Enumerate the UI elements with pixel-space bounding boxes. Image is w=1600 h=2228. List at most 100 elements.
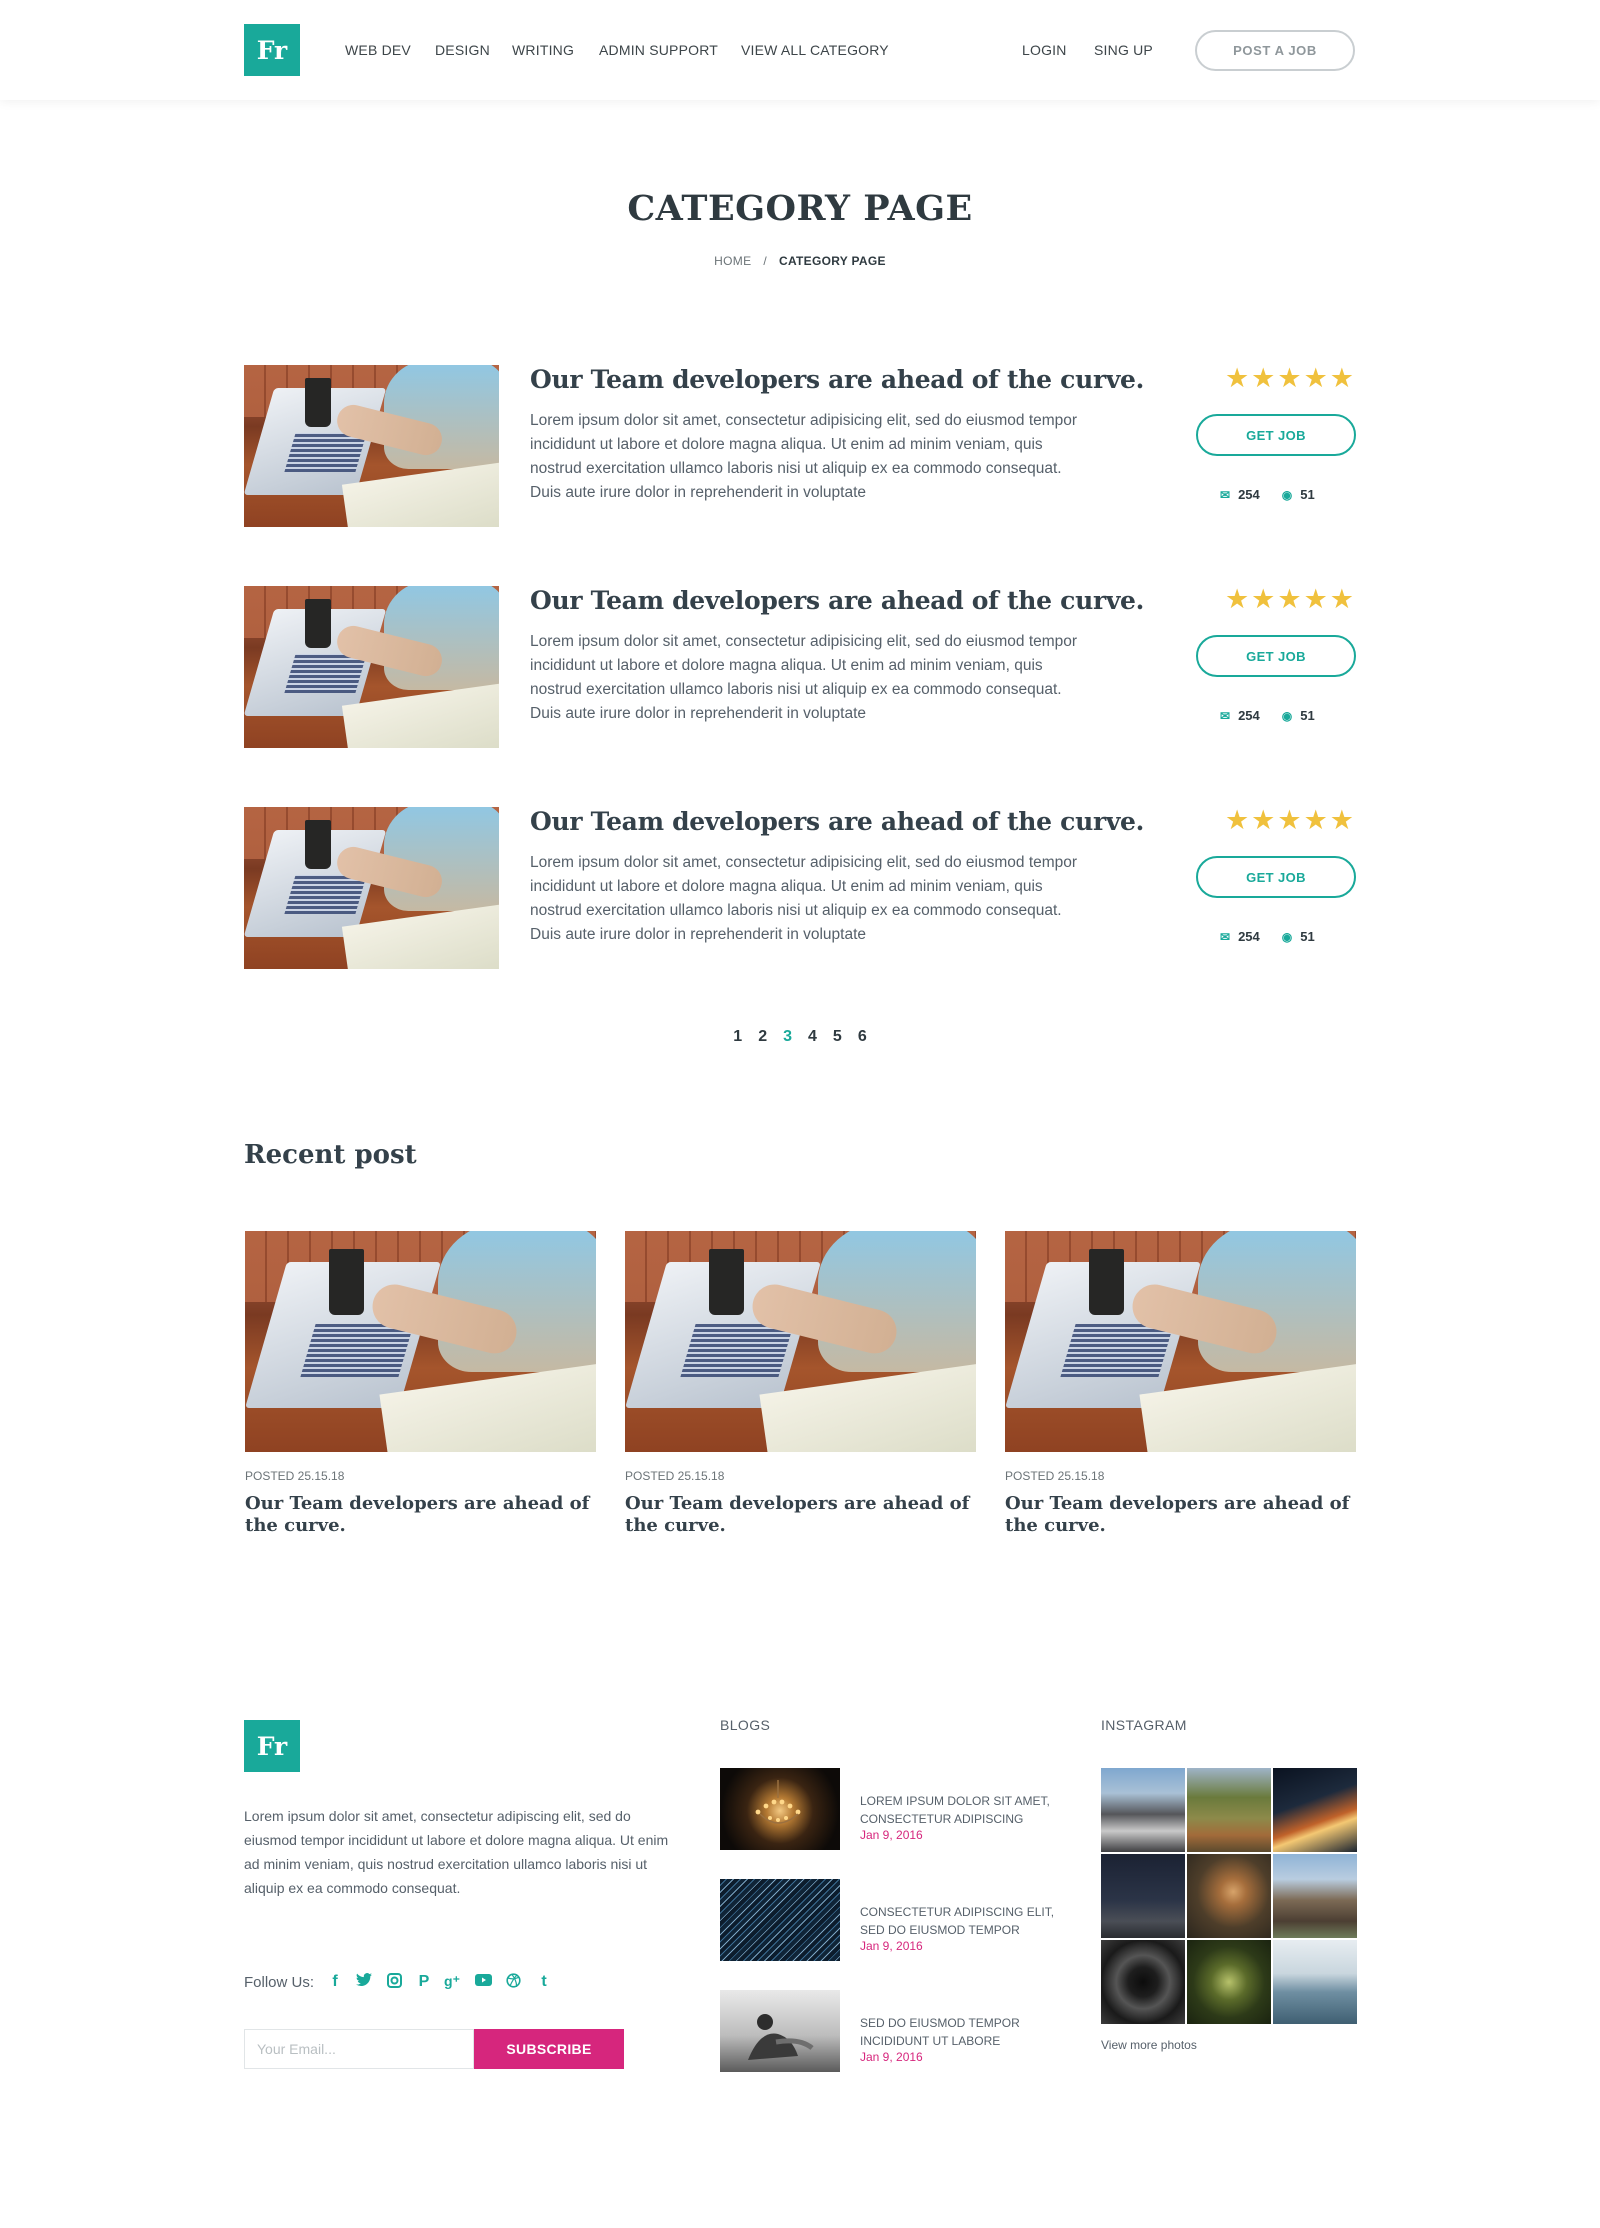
blog-title[interactable]: CONSECTETUR ADIPISCING ELIT, SED DO EIUS… (860, 1903, 1060, 1939)
job-listing: Our Team developers are ahead of the cur… (244, 584, 1356, 748)
post-job-button[interactable]: POST A JOB (1195, 30, 1355, 71)
footer-logo[interactable]: Fr (244, 1720, 300, 1772)
recent-post-heading: Recent post (244, 1140, 417, 1170)
twitter-icon[interactable] (355, 1973, 373, 1992)
instagram-heading: INSTAGRAM (1101, 1717, 1187, 1733)
blog-thumbnail[interactable] (720, 1990, 840, 2072)
view-more-photos-link[interactable]: View more photos (1101, 2038, 1197, 2052)
post-image[interactable] (1005, 1231, 1356, 1452)
instagram-photo[interactable] (1101, 1854, 1185, 1938)
youtube-icon[interactable] (474, 1973, 492, 1991)
blog-date: Jan 9, 2016 (860, 1939, 923, 1953)
email-input[interactable] (244, 2029, 474, 2069)
job-listing: Our Team developers are ahead of the cur… (244, 363, 1356, 527)
post-date: POSTED 25.15.18 (1005, 1469, 1105, 1483)
breadcrumb-separator: / (763, 254, 768, 268)
post-date: POSTED 25.15.18 (245, 1469, 345, 1483)
job-listing: Our Team developers are ahead of the cur… (244, 805, 1356, 969)
post-title[interactable]: Our Team developers are ahead of the cur… (625, 1493, 976, 1537)
rating-stars: ★★★★★ (1224, 584, 1356, 614)
google-plus-icon[interactable]: g⁺ (443, 1973, 461, 1990)
instagram-photo[interactable] (1187, 1854, 1271, 1938)
views-count: 51 (1300, 487, 1315, 502)
listing-stats: ✉ 254 ◉ 51 (1220, 929, 1315, 944)
blog-thumbnail[interactable] (720, 1879, 840, 1961)
blogs-heading: BLOGS (720, 1717, 771, 1733)
post-title[interactable]: Our Team developers are ahead of the cur… (1005, 1493, 1356, 1537)
post-date: POSTED 25.15.18 (625, 1469, 725, 1483)
listing-image[interactable] (244, 807, 499, 969)
rating-stars: ★★★★★ (1224, 805, 1356, 835)
envelope-icon: ✉ (1220, 488, 1231, 502)
blog-item[interactable]: SED DO EIUSMOD TEMPOR INCIDIDUNT UT LABO… (720, 1990, 1050, 2072)
breadcrumb-home[interactable]: HOME (714, 254, 751, 268)
post-image[interactable] (245, 1231, 596, 1452)
post-title[interactable]: Our Team developers are ahead of the cur… (245, 1493, 596, 1537)
get-job-button[interactable]: GET JOB (1196, 635, 1356, 677)
instagram-photo[interactable] (1187, 1940, 1271, 2024)
listing-description: Lorem ipsum dolor sit amet, consectetur … (530, 854, 1078, 943)
eye-icon: ◉ (1281, 709, 1293, 723)
nav-view-all-category[interactable]: VIEW ALL CATEGORY (741, 42, 889, 58)
rating-stars: ★★★★★ (1224, 363, 1356, 393)
page-link[interactable]: 6 (858, 1028, 867, 1046)
messages-count: 254 (1238, 929, 1260, 944)
instagram-photo[interactable] (1101, 1768, 1185, 1852)
breadcrumb: HOME / CATEGORY PAGE (0, 254, 1600, 268)
nav-writing[interactable]: WRITING (512, 42, 574, 58)
instagram-photo[interactable] (1273, 1940, 1357, 2024)
listing-image[interactable] (244, 586, 499, 748)
facebook-icon[interactable]: f (326, 1973, 344, 1991)
listing-title[interactable]: Our Team developers are ahead of the cur… (530, 807, 1144, 836)
blog-item[interactable]: LOREM IPSUM DOLOR SIT AMET, CONSECTETUR … (720, 1768, 1050, 1850)
nav-web-dev[interactable]: WEB DEV (345, 42, 411, 58)
blog-item[interactable]: CONSECTETUR ADIPISCING ELIT, SED DO EIUS… (720, 1879, 1054, 1961)
listing-description: Lorem ipsum dolor sit amet, consectetur … (530, 633, 1078, 722)
instagram-photo[interactable] (1101, 1940, 1185, 2024)
page-link[interactable]: 4 (808, 1028, 817, 1046)
listing-stats: ✉ 254 ◉ 51 (1220, 708, 1315, 723)
tumblr-icon[interactable]: t (535, 1973, 553, 1991)
blog-thumbnail[interactable] (720, 1768, 840, 1850)
get-job-button[interactable]: GET JOB (1196, 414, 1356, 456)
listing-description: Lorem ipsum dolor sit amet, consectetur … (530, 412, 1078, 501)
login-link[interactable]: LOGIN (1022, 42, 1067, 58)
instagram-photo[interactable] (1273, 1768, 1357, 1852)
listing-stats: ✉ 254 ◉ 51 (1220, 487, 1315, 502)
get-job-button[interactable]: GET JOB (1196, 856, 1356, 898)
messages-count: 254 (1238, 487, 1260, 502)
post-image[interactable] (625, 1231, 976, 1452)
views-count: 51 (1300, 929, 1315, 944)
envelope-icon: ✉ (1220, 930, 1231, 944)
footer-about-text: Lorem ipsum dolor sit amet, consectetur … (244, 1808, 669, 1896)
blog-date: Jan 9, 2016 (860, 2050, 923, 2064)
page-link[interactable]: 2 (758, 1028, 767, 1046)
blog-date: Jan 9, 2016 (860, 1828, 923, 1842)
listing-image[interactable] (244, 365, 499, 527)
envelope-icon: ✉ (1220, 709, 1231, 723)
listing-title[interactable]: Our Team developers are ahead of the cur… (530, 586, 1144, 615)
messages-count: 254 (1238, 708, 1260, 723)
listing-title[interactable]: Our Team developers are ahead of the cur… (530, 365, 1144, 394)
page-link[interactable]: 5 (833, 1028, 842, 1046)
pagination: 123456 (0, 1028, 1600, 1046)
nav-admin-support[interactable]: ADMIN SUPPORT (599, 42, 718, 58)
instagram-icon[interactable] (385, 1973, 403, 1993)
blog-title[interactable]: LOREM IPSUM DOLOR SIT AMET, CONSECTETUR … (860, 1792, 1060, 1828)
blog-title[interactable]: SED DO EIUSMOD TEMPOR INCIDIDUNT UT LABO… (860, 2014, 1060, 2050)
top-navbar: Fr WEB DEV DESIGN WRITING ADMIN SUPPORT … (0, 0, 1600, 100)
follow-label: Follow Us: (244, 1974, 315, 1991)
site-logo[interactable]: Fr (244, 24, 300, 76)
signup-link[interactable]: SING UP (1094, 42, 1153, 58)
nav-design[interactable]: DESIGN (435, 42, 490, 58)
page-link-active[interactable]: 3 (783, 1028, 792, 1046)
dribbble-icon[interactable] (504, 1973, 522, 1993)
eye-icon: ◉ (1281, 488, 1293, 502)
eye-icon: ◉ (1281, 930, 1293, 944)
page-link[interactable]: 1 (733, 1028, 742, 1046)
pinterest-icon[interactable]: P (415, 1973, 433, 1991)
page-title: CATEGORY PAGE (627, 188, 973, 229)
instagram-photo[interactable] (1273, 1854, 1357, 1938)
subscribe-button[interactable]: SUBSCRIBE (474, 2029, 624, 2069)
instagram-photo[interactable] (1187, 1768, 1271, 1852)
